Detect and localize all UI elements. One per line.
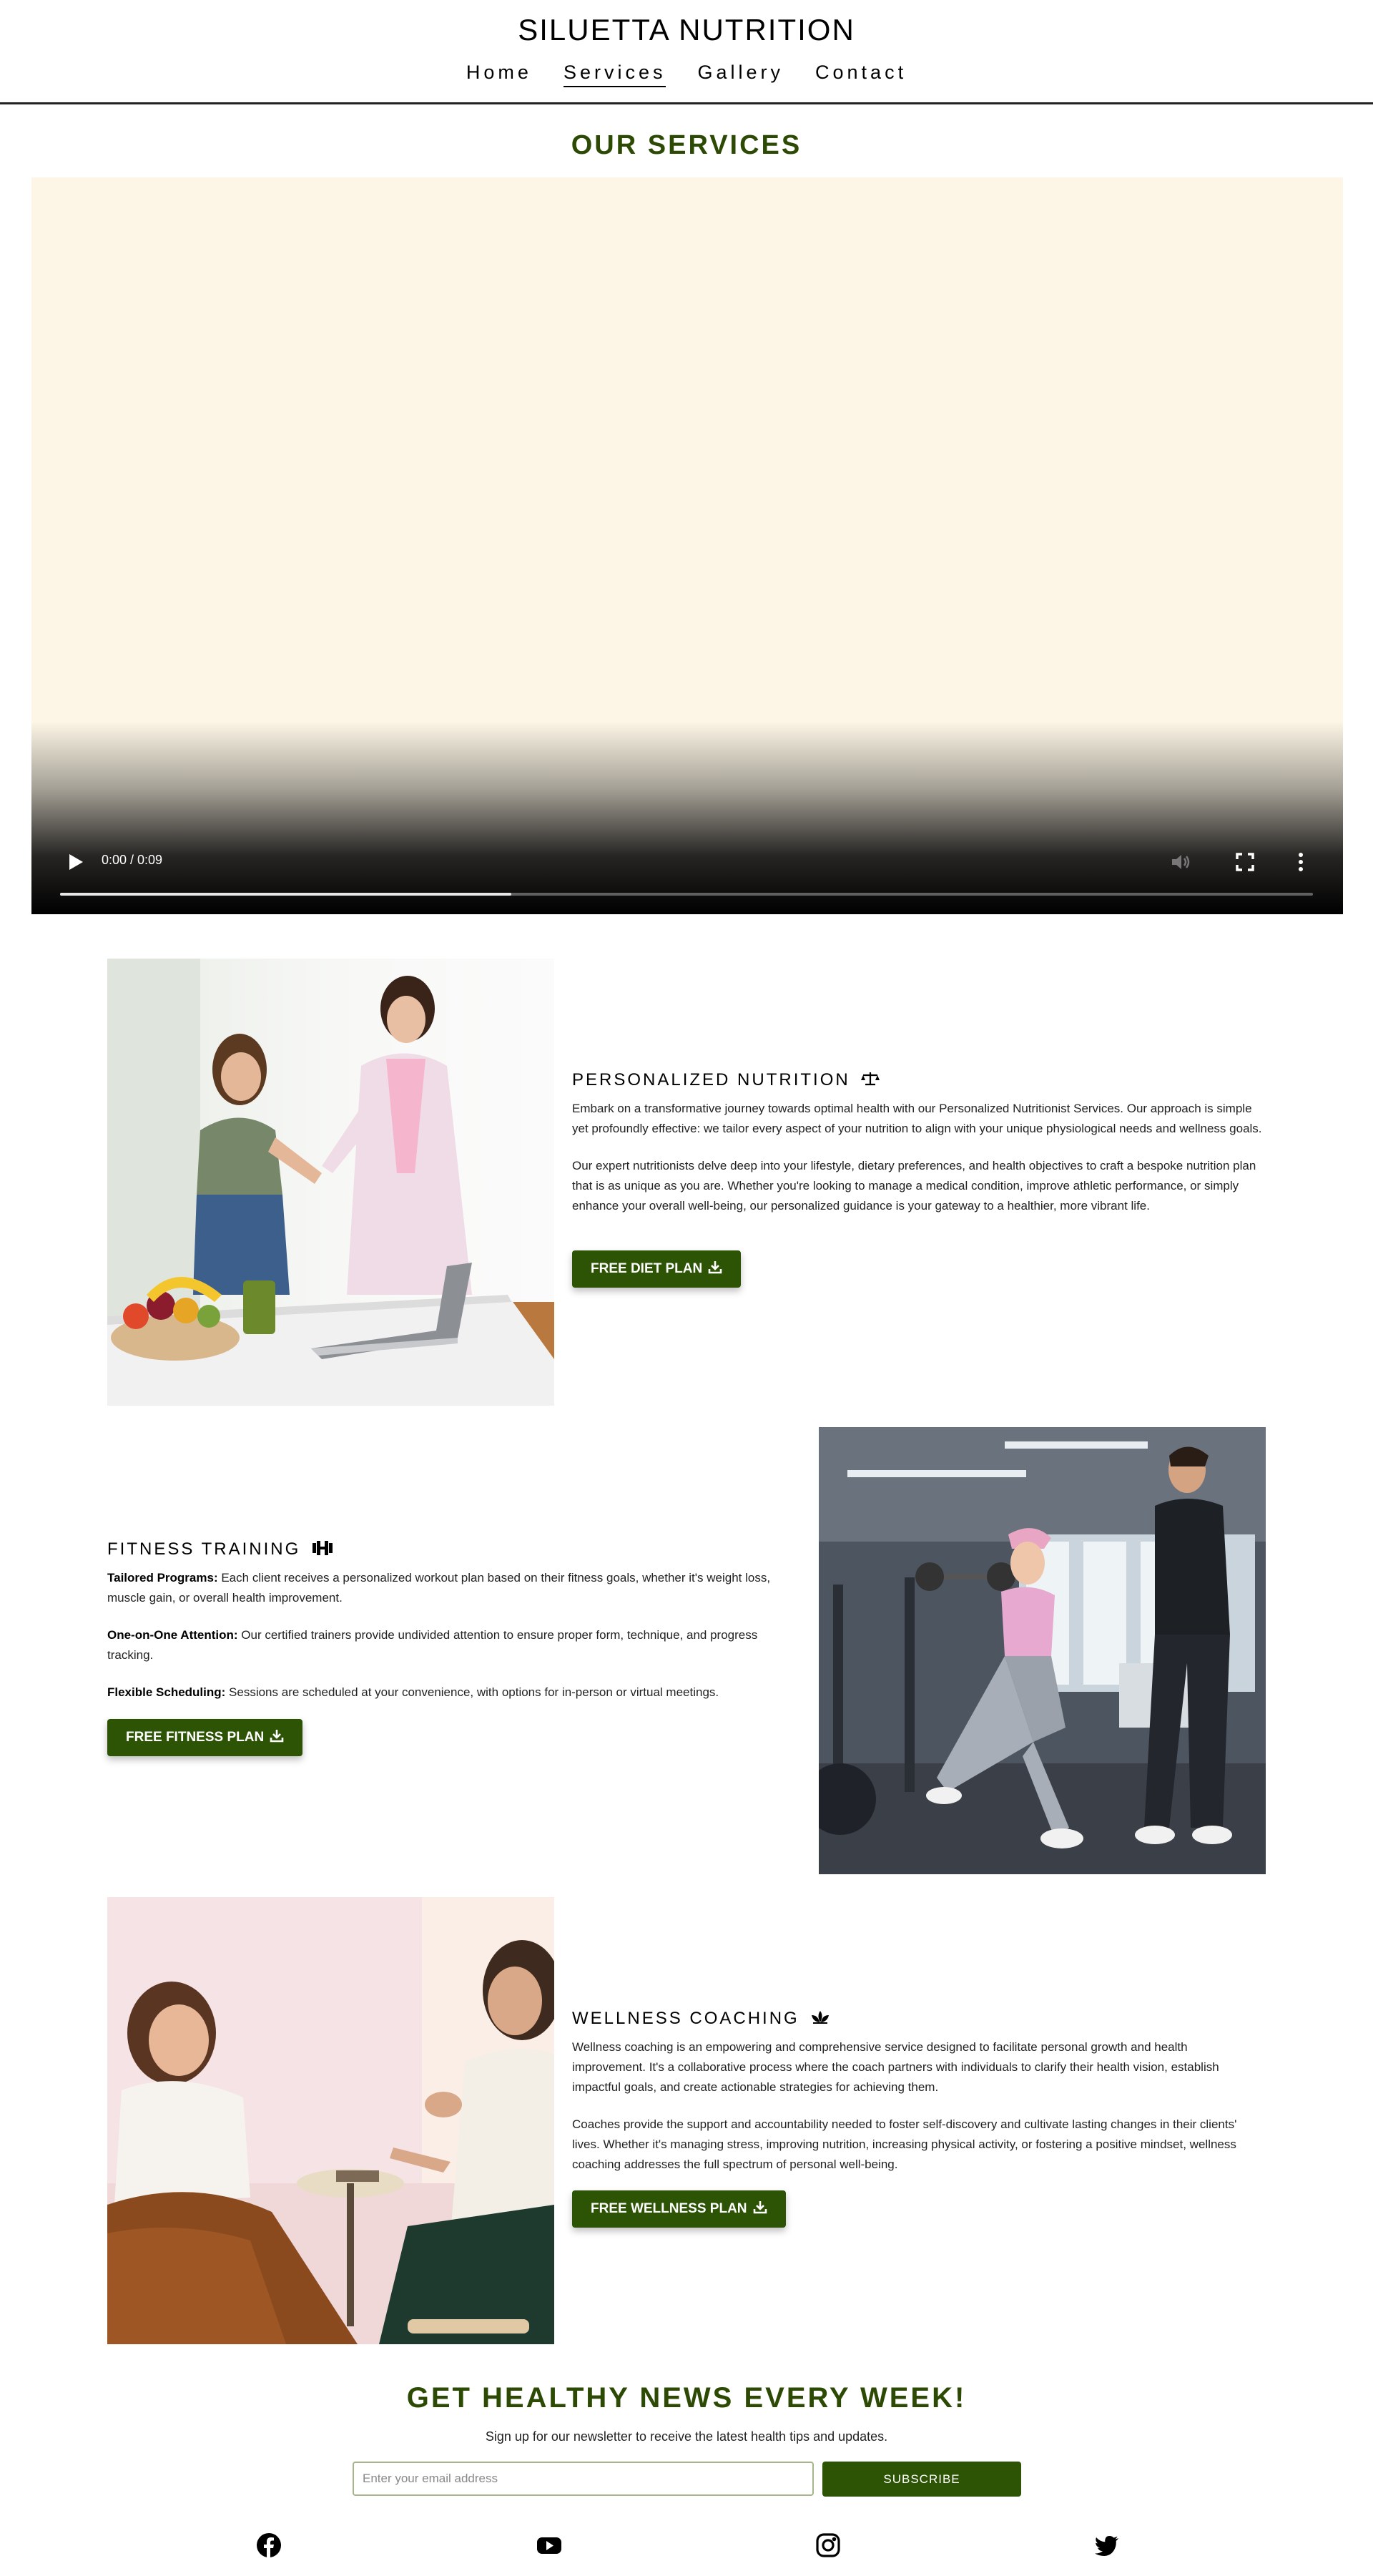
download-icon [753, 2200, 767, 2218]
service-text-nutrition: Embark on a transformative journey towar… [572, 1099, 1266, 1233]
subscribe-button[interactable]: SUBSCRIBE [822, 2462, 1021, 2497]
free-fitness-plan-button[interactable]: FREE FITNESS PLAN [107, 1719, 303, 1756]
newsletter-subtitle: Sign up for our newsletter to receive th… [485, 2429, 888, 2444]
download-icon [708, 1260, 722, 1278]
fitness-photo [819, 1427, 1266, 1874]
fitness-item-one-on-one: One-on-One Attention: Our certified trai… [107, 1628, 758, 1662]
video-player[interactable]: 0:00 / 0:09 [31, 177, 1343, 914]
free-wellness-plan-button[interactable]: FREE WELLNESS PLAN [572, 2190, 786, 2228]
video-controls-gradient [31, 721, 1343, 914]
fullscreen-icon[interactable] [1233, 850, 1257, 874]
youtube-icon[interactable] [536, 2532, 562, 2558]
service-text-wellness: Wellness coaching is an empowering and c… [572, 2037, 1251, 2192]
video-progress-buffered [60, 893, 511, 896]
email-input[interactable] [353, 2462, 814, 2496]
brand-title[interactable]: SILUETTA NUTRITION [0, 13, 1373, 47]
nav-services[interactable]: Services [563, 62, 666, 87]
video-progress-bar[interactable] [60, 893, 1313, 896]
download-icon [270, 1728, 284, 1747]
facebook-icon[interactable] [256, 2532, 282, 2558]
nav-gallery[interactable]: Gallery [697, 62, 784, 87]
services-heading: OUR SERVICES [571, 130, 802, 160]
instagram-icon[interactable] [815, 2532, 841, 2558]
wellness-paragraph-1: Wellness coaching is an empowering and c… [572, 2040, 1219, 2094]
play-icon[interactable] [64, 851, 86, 873]
site-header: SILUETTA NUTRITION Home Services Gallery… [0, 0, 1373, 104]
more-options-icon[interactable] [1294, 850, 1308, 874]
balance-scale-icon [857, 1070, 880, 1089]
nutrition-paragraph-2: Our expert nutritionists delve deep into… [572, 1159, 1256, 1213]
service-title-nutrition: PERSONALIZED NUTRITION [572, 1070, 880, 1090]
dumbbell-icon [307, 1539, 333, 1559]
fitness-item-tailored: Tailored Programs: Each client receives … [107, 1571, 771, 1605]
nutrition-paragraph-1: Embark on a transformative journey towar… [572, 1102, 1262, 1135]
volume-icon[interactable] [1168, 850, 1193, 874]
nav-home[interactable]: Home [466, 62, 532, 87]
fitness-item-scheduling: Flexible Scheduling: Sessions are schedu… [107, 1685, 719, 1699]
newsletter-title: GET HEALTHY NEWS EVERY WEEK! [406, 2382, 967, 2414]
service-title-fitness: FITNESS TRAINING [107, 1539, 333, 1559]
service-title-wellness: WELLNESS COACHING [572, 2009, 830, 2029]
wellness-paragraph-2: Coaches provide the support and accounta… [572, 2117, 1237, 2171]
nutrition-photo [107, 959, 554, 1406]
twitter-icon[interactable] [1094, 2532, 1120, 2558]
nav-contact[interactable]: Contact [815, 62, 907, 87]
lotus-icon [806, 2009, 830, 2028]
main-nav: Home Services Gallery Contact [0, 62, 1373, 87]
service-text-fitness: Tailored Programs: Each client receives … [107, 1568, 779, 1720]
wellness-photo [107, 1897, 554, 2344]
free-diet-plan-button[interactable]: FREE DIET PLAN [572, 1250, 742, 1288]
video-time: 0:00 / 0:09 [102, 853, 163, 867]
